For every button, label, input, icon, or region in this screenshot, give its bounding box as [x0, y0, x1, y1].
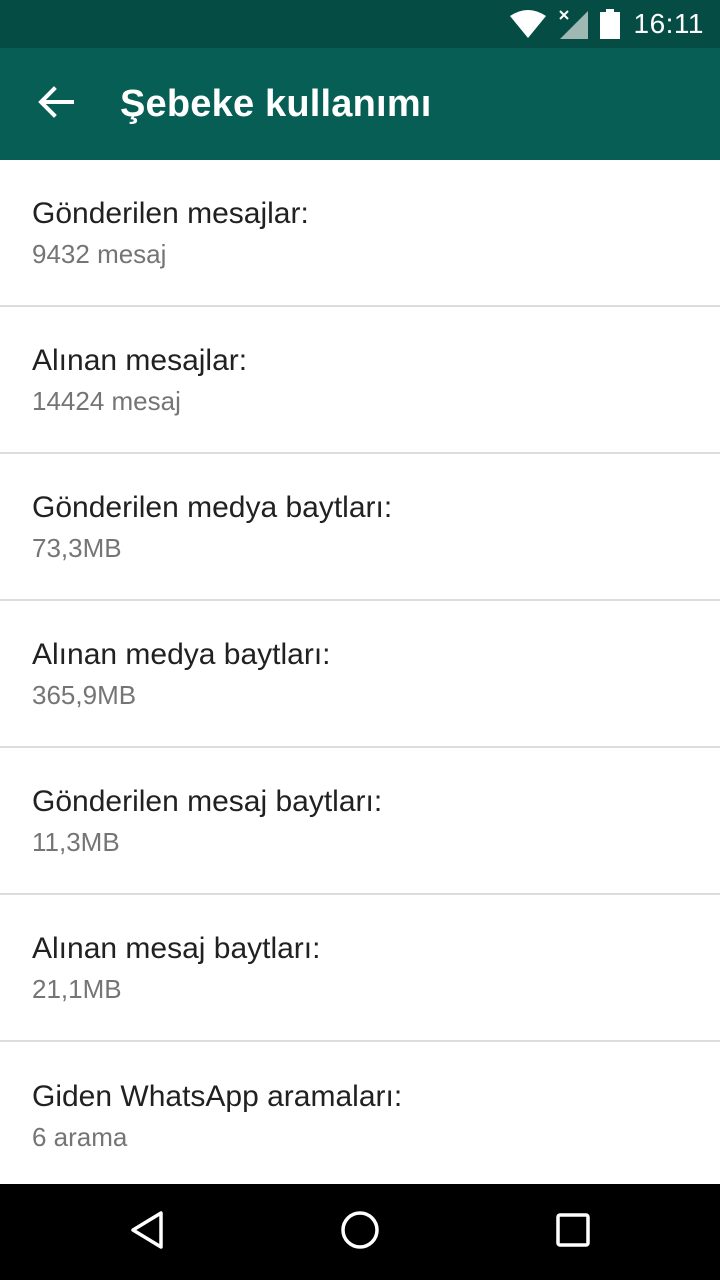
item-value: 14424 mesaj [32, 385, 181, 416]
recents-square-icon [555, 1212, 591, 1253]
list-item-received-messages[interactable]: Alınan mesajlar: 14424 mesaj [0, 307, 720, 454]
page-title: Şebeke kullanımı [120, 82, 432, 125]
item-title: Gönderilen medya baytları: [32, 490, 393, 524]
status-bar: 16:11 [0, 0, 720, 48]
item-title: Gönderilen mesaj baytları: [32, 784, 383, 818]
list-item-sent-message-bytes[interactable]: Gönderilen mesaj baytları: 11,3MB [0, 748, 720, 895]
item-value: 9432 mesaj [32, 238, 167, 269]
wifi-icon [509, 10, 546, 38]
app-bar: Şebeke kullanımı [0, 48, 720, 160]
item-title: Alınan mesaj baytları: [32, 931, 321, 965]
status-time: 16:11 [633, 8, 704, 39]
list-item-received-message-bytes[interactable]: Alınan mesaj baytları: 21,1MB [0, 895, 720, 1042]
battery-icon [599, 9, 620, 39]
nav-home-button[interactable] [300, 1184, 420, 1280]
item-title: Alınan mesajlar: [32, 343, 248, 377]
item-title: Giden WhatsApp aramaları: [32, 1079, 403, 1113]
network-usage-list: Gönderilen mesajlar: 9432 mesaj Alınan m… [0, 160, 720, 1184]
item-value: 21,1MB [32, 973, 122, 1004]
cellular-no-data-icon [558, 9, 588, 39]
item-value: 365,9MB [32, 679, 137, 710]
list-item-sent-media-bytes[interactable]: Gönderilen medya baytları: 73,3MB [0, 454, 720, 601]
list-item-received-media-bytes[interactable]: Alınan medya baytları: 365,9MB [0, 601, 720, 748]
list-item-sent-messages[interactable]: Gönderilen mesajlar: 9432 mesaj [0, 160, 720, 307]
navigation-bar [0, 1184, 720, 1280]
back-button[interactable] [0, 48, 112, 160]
nav-recents-button[interactable] [513, 1184, 633, 1280]
list-item-outgoing-calls[interactable]: Giden WhatsApp aramaları: 6 arama [0, 1042, 720, 1184]
nav-back-button[interactable] [87, 1184, 207, 1280]
arrow-left-icon [38, 85, 74, 123]
item-value: 11,3MB [32, 826, 120, 857]
item-value: 6 arama [32, 1121, 128, 1152]
item-title: Alınan medya baytları: [32, 637, 331, 671]
item-title: Gönderilen mesajlar: [32, 196, 309, 230]
home-circle-icon [340, 1210, 380, 1255]
item-value: 73,3MB [32, 532, 122, 563]
back-triangle-icon [129, 1210, 165, 1255]
